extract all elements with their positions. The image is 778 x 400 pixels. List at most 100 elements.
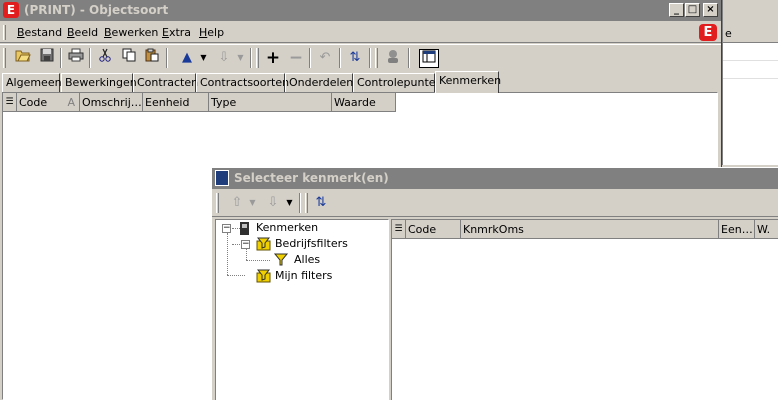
column-header-code[interactable]: Code A [17,93,80,112]
arrow-down-icon[interactable]: ⇩ [213,48,235,68]
background-window-header: e [723,24,778,43]
toolbar-grip[interactable] [3,48,6,68]
toolbar-separator [369,48,371,68]
tree-node-mijn-filters[interactable]: Mijn filters [275,268,332,284]
main-toolbar: ▲ ▼ ⇩ ▼ + − ↶ ⇅ [0,44,721,70]
list-column-header-code[interactable]: Code [406,220,461,239]
list-column-header-waarde[interactable]: W. [755,220,778,239]
tree-collapse-toggle[interactable]: − [222,224,231,233]
dialog-title: Selecteer kenmerk(en) [234,171,389,185]
window-title: (PRINT) - Objectsoort [24,3,169,17]
toolbar-separator [339,48,341,68]
menu-beeld[interactable]: Beeld [67,26,98,39]
background-window: e [722,0,778,165]
menu-bar: Bestand Beeld Bewerken Extra Help E [0,22,721,43]
toolbar-grip[interactable] [256,48,259,68]
column-header-code-label: Code [19,96,48,109]
arrow-up-icon[interactable]: ⇧ [226,193,248,213]
tree-connector [246,260,270,261]
column-header-waarde[interactable]: Waarde [332,93,396,112]
column-chooser-icon[interactable]: ☰ [392,220,406,239]
app-logo-icon[interactable]: E [3,2,19,18]
menu-help[interactable]: Help [199,26,224,39]
dialog-toolbar: ⇧ ▼ ⇩ ▼ ⇅ [212,190,778,217]
tree-node-alles[interactable]: Alles [294,252,320,268]
close-button[interactable]: × [703,3,718,17]
arrow-down-dropdown-icon[interactable]: ▼ [236,48,245,68]
kenmerk-list[interactable]: ☰ Code KnmrkOms Een… W. [391,219,778,400]
remove-icon[interactable]: − [285,48,307,68]
print-icon[interactable] [65,48,87,68]
database-icon [239,221,250,239]
menu-extra[interactable]: Extra [162,26,191,39]
tab-onderdelen[interactable]: Onderdelen [285,73,353,92]
tab-contracten[interactable]: Contracten [133,73,198,92]
arrow-down-icon[interactable]: ⇩ [262,193,284,213]
background-window-row [723,61,778,79]
menu-bestand[interactable]: Bestand [17,26,62,39]
menu-bewerken[interactable]: Bewerken [104,26,158,39]
brand-logo-icon: E [699,24,717,41]
tree-connector [227,233,228,275]
tab-kenmerken[interactable]: Kenmerken [435,71,501,93]
list-header: ☰ Code KnmrkOms Een… W. [392,220,778,239]
toolbar-separator [250,48,252,68]
tree-node-bedrijfsfilters[interactable]: Bedrijfsfilters [275,236,348,252]
tree-connector [227,275,245,276]
background-window-titlebar [723,0,778,24]
tab-strip: Algemeen Bewerkingen Contracten Contract… [2,71,718,93]
tree-node-kenmerken[interactable]: Kenmerken [256,220,318,236]
main-titlebar[interactable]: E (PRINT) - Objectsoort _ □ × [0,0,721,21]
minimize-button[interactable]: _ [669,3,684,17]
toolbar-grip[interactable] [375,48,378,68]
tab-controlepunten[interactable]: Controlepunten [353,73,443,92]
save-icon[interactable] [36,48,58,68]
arrow-up-dropdown-icon[interactable]: ▼ [199,48,208,68]
refresh-icon[interactable]: ⇅ [310,193,332,213]
window-icon[interactable] [419,49,439,68]
add-icon[interactable]: + [262,48,284,68]
toolbar-separator [166,48,168,68]
dialog-app-icon[interactable] [215,170,229,186]
column-header-omschrijving[interactable]: Omschrij… [80,93,143,112]
tab-bewerkingen[interactable]: Bewerkingen [61,73,137,92]
maximize-button[interactable]: □ [685,3,700,17]
column-chooser-icon[interactable]: ☰ [3,93,17,112]
toolbar-separator [408,48,410,68]
tree-connector [232,244,240,245]
column-header-eenheid[interactable]: Eenheid [143,93,209,112]
arrow-down-dropdown-icon[interactable]: ▼ [285,193,294,213]
filter-folder-icon [256,237,271,254]
list-column-header-eenheid[interactable]: Een… [719,220,755,239]
toolbar-separator [299,193,301,213]
menubar-grip[interactable] [3,25,6,40]
toolbar-separator [309,48,311,68]
paste-icon[interactable] [141,48,163,68]
toolbar-separator [89,48,91,68]
copy-icon[interactable] [118,48,140,68]
select-kenmerk-dialog: Selecteer kenmerk(en) ⇧ ▼ ⇩ ▼ ⇅ − Kenmer… [211,167,778,400]
refresh-icon[interactable]: ⇅ [344,48,366,68]
person-icon[interactable] [382,48,404,68]
toolbar-grip[interactable] [216,193,219,213]
tab-algemeen[interactable]: Algemeen [2,73,62,92]
column-header-type[interactable]: Type [209,93,332,112]
toolbar-grip[interactable] [305,193,308,213]
arrow-up-icon[interactable]: ▲ [176,48,198,68]
dialog-titlebar[interactable]: Selecteer kenmerk(en) [212,168,778,189]
tree-collapse-toggle[interactable]: − [241,240,250,249]
grid-header: ☰ Code A Omschrij… Eenheid Type Waarde [3,93,396,112]
filter-funnel-icon [273,253,289,269]
tab-contractsoorten[interactable]: Contractsoorten [196,73,289,92]
toolbar-separator [60,48,62,68]
undo-icon[interactable]: ↶ [314,48,336,68]
list-column-header-knmrkoms[interactable]: KnmrkOms [461,220,719,239]
sort-indicator-icon: A [67,96,75,109]
filter-folder-icon [256,269,271,286]
arrow-up-dropdown-icon[interactable]: ▼ [248,193,257,213]
tree-connector [246,248,247,260]
cut-icon[interactable] [94,48,116,68]
background-window-row [723,43,778,61]
filter-tree[interactable]: − Kenmerken − Bedrijfsfilters Alles Mijn… [215,219,389,400]
open-folder-icon[interactable] [12,48,34,68]
